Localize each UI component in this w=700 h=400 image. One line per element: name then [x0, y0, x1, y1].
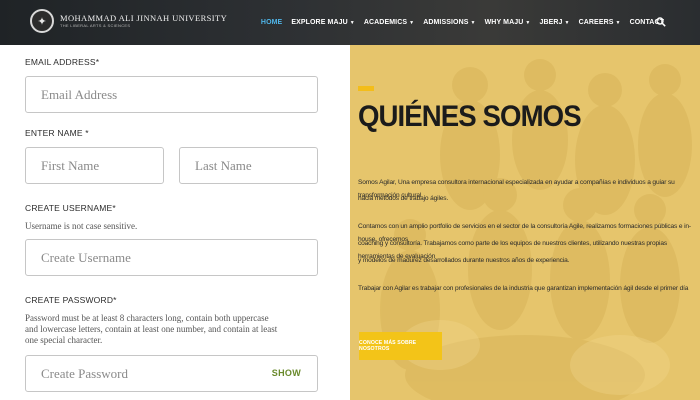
nav-home[interactable]: HOME [261, 19, 282, 26]
nav-admissions-label: ADMISSIONS [423, 19, 469, 26]
logo-text: MOHAMMAD ALI JINNAH UNIVERSITY THE LIBER… [60, 14, 227, 29]
nav-explore-maju[interactable]: EXPLORE MAJU ▼ [291, 19, 355, 26]
hero-paragraph-1-line-2: hacia métodos de trabajo ágiles. [358, 195, 449, 202]
last-name-placeholder: Last Name [195, 157, 252, 173]
site-header: ✦ MOHAMMAD ALI JINNAH UNIVERSITY THE LIB… [0, 0, 700, 45]
university-logo[interactable]: ✦ MOHAMMAD ALI JINNAH UNIVERSITY THE LIB… [30, 9, 227, 33]
university-seal-icon: ✦ [30, 9, 54, 33]
nav-academics[interactable]: ACADEMICS ▼ [364, 19, 414, 26]
password-hint-line-1: Password must be at least 8 characters l… [25, 313, 269, 323]
username-field[interactable]: Create Username [25, 239, 318, 276]
username-placeholder: Create Username [41, 249, 131, 265]
nav-jberj-label: JBERJ [539, 19, 563, 26]
email-label: EMAIL ADDRESS* [25, 57, 100, 67]
chevron-down-icon: ▼ [349, 19, 355, 26]
password-label: CREATE PASSWORD* [25, 295, 117, 305]
first-name-field[interactable]: First Name [25, 147, 164, 184]
chevron-down-icon: ▼ [615, 19, 621, 26]
name-label: ENTER NAME * [25, 128, 89, 138]
chevron-down-icon: ▼ [564, 19, 570, 26]
title-accent-bar [358, 86, 374, 91]
nav-jberj[interactable]: JBERJ ▼ [539, 19, 569, 26]
nav-explore-maju-label: EXPLORE MAJU [291, 19, 348, 26]
about-hero: QUIÉNES SOMOS Somos Agilar, Una empresa … [350, 45, 700, 400]
nav-why-maju[interactable]: WHY MAJU ▼ [485, 19, 531, 26]
logo-tagline: THE LIBERAL ARTS & SCIENCES [60, 23, 131, 29]
nav-careers[interactable]: CAREERS ▼ [579, 19, 621, 26]
nav-home-label: HOME [260, 19, 283, 26]
last-name-field[interactable]: Last Name [179, 147, 318, 184]
chevron-down-icon: ▼ [409, 19, 415, 26]
chevron-down-icon: ▼ [470, 19, 476, 26]
nav-why-maju-label: WHY MAJU [484, 19, 524, 26]
email-placeholder: Email Address [41, 86, 118, 102]
hero-paragraph-3: Trabajar con Agilar es trabajar con prof… [358, 285, 689, 292]
first-name-placeholder: First Name [41, 157, 100, 173]
logo-name: MOHAMMAD ALI JINNAH UNIVERSITY [60, 12, 228, 23]
password-placeholder: Create Password [41, 365, 129, 381]
nav-careers-label: CAREERS [578, 19, 614, 26]
show-password-button[interactable]: SHOW [272, 368, 301, 378]
hero-title: QUIÉNES SOMOS [358, 100, 582, 133]
search-icon[interactable] [656, 17, 666, 27]
chevron-down-icon: ▼ [525, 19, 531, 26]
username-hint: Username is not case sensitive. [25, 221, 138, 231]
password-hint-line-2: and lowercase letters, contain at least … [25, 324, 278, 334]
hero-paragraph-2-line-3: y modelos de madurez desarrollados duran… [358, 257, 570, 264]
main-nav: HOME EXPLORE MAJU ▼ ACADEMICS ▼ ADMISSIONS… [252, 0, 664, 45]
password-field[interactable]: Create Password SHOW [25, 355, 318, 392]
learn-more-button[interactable]: CONOCE MÁS SOBRE NOSOTROS [359, 332, 442, 360]
username-label: CREATE USERNAME* [25, 203, 116, 213]
signup-form: EMAIL ADDRESS* Email Address ENTER NAME … [0, 45, 340, 400]
email-field[interactable]: Email Address [25, 76, 318, 113]
nav-academics-label: ACADEMICS [363, 19, 408, 26]
nav-admissions[interactable]: ADMISSIONS ▼ [423, 19, 475, 26]
password-hint-line-3: one special character. [25, 335, 103, 345]
